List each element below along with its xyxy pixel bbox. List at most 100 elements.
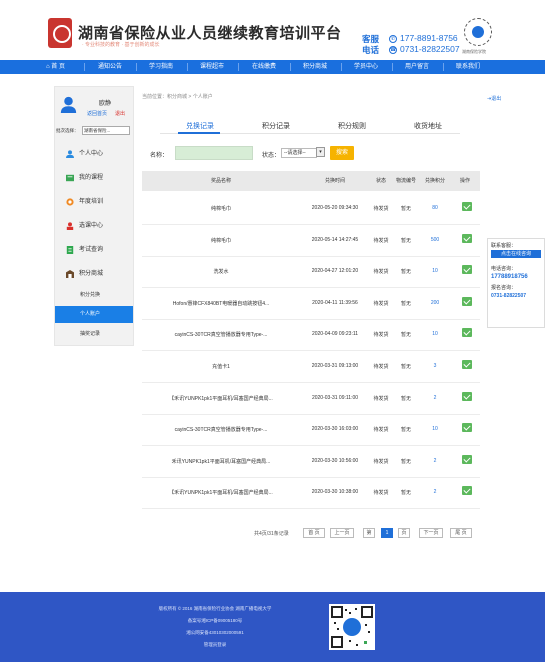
cell-logistics-no: 暂无 [400, 458, 411, 465]
cell-prize-name: 【禾讯YUNPK1pk1平面耳机/耳塞国产经典局... [169, 490, 273, 497]
table-row: 纯棉毛巾 2020-05-14 14:27:45 待发货 暂无 500 [142, 225, 480, 257]
nav-notices[interactable]: 通知公告 [98, 60, 122, 74]
site-logo[interactable] [48, 18, 72, 48]
username: 欧静 [99, 101, 112, 107]
page-prefix: 第 [363, 528, 375, 538]
sidebar-item-my-courses[interactable]: 我的课程 [55, 166, 133, 190]
nav-divider [238, 63, 239, 71]
confirm-receipt-button[interactable] [462, 360, 472, 369]
cell-points: 2 [433, 489, 437, 496]
table-row: 【禾讯YUNPK1pk1平面耳机/耳塞国产经典局... 2020-03-30 10… [142, 477, 480, 510]
confirm-receipt-button[interactable] [462, 233, 472, 243]
column-header: 奖品名称 [210, 178, 231, 184]
training-icon [66, 198, 74, 206]
cell-exchange-time: 2020-03-31 09:11:00 [311, 394, 359, 401]
avatar-icon [60, 96, 77, 113]
sidebar-item-course-selection[interactable]: 选课中心 [55, 214, 133, 238]
table-row: 禾讯YUNPK1pk1平面耳机/耳塞国产经典局... 2020-03-30 10:… [142, 446, 480, 478]
cell-prize-name: 【禾讯YUNPK1pk1平面耳机/耳塞国产经典局... [169, 395, 273, 402]
footer-icp[interactable]: 备案号湘ICP备09005180号 [130, 618, 300, 624]
course-icon [66, 174, 74, 182]
qr-caption: 湖南保险学院 [462, 49, 486, 54]
confirm-receipt-button[interactable] [462, 202, 472, 211]
contact-float-panel: 联系客服： 点击在线咨询 电话咨询： 17788918756 报名咨询： 073… [487, 238, 545, 328]
nav-points-mall[interactable]: 积分商城 [303, 60, 327, 74]
nav-student-center[interactable]: 学员中心 [354, 60, 378, 74]
sidebar-logout-link[interactable]: 退出 [115, 110, 125, 117]
tab-points-rules[interactable]: 积分规则 [338, 121, 366, 131]
nav-home-label: 首 页 [51, 64, 65, 70]
service-mobile: 177-8891-8756 [400, 33, 458, 43]
next-page-button[interactable]: 下一页 [419, 528, 443, 538]
sidebar-sub-personal-account[interactable]: 个人账户 [55, 306, 133, 323]
nav-online-payment[interactable]: 在线缴费 [252, 60, 276, 74]
select-icon [66, 222, 74, 230]
confirm-receipt-button[interactable] [462, 486, 472, 496]
sidebar-sub-points-exchange[interactable]: 积分兑换 [55, 287, 133, 304]
confirm-receipt-button[interactable] [462, 328, 472, 338]
status-select[interactable]: --请选择-- [281, 148, 317, 158]
sidebar-item-label: 考试查询 [79, 247, 104, 253]
cell-prize-name: 纯棉毛巾 [210, 237, 231, 244]
logout-link[interactable]: ⇥退出 [487, 95, 501, 102]
prev-page-button[interactable]: 上一页 [330, 528, 354, 538]
search-button[interactable]: 搜索 [330, 146, 354, 160]
return-home-link[interactable]: 返回首页 [87, 110, 107, 117]
cell-prize-name: cayinCS-30TCR真空管播放器专用Type-... [174, 427, 268, 434]
chevron-down-icon[interactable]: ▾ [316, 147, 325, 157]
first-page-button[interactable]: 首 页 [303, 528, 325, 538]
nav-home[interactable]: ⌂ 首 页 [46, 60, 65, 74]
cell-logistics-no: 暂无 [400, 206, 411, 212]
tab-points-records[interactable]: 积分记录 [262, 121, 290, 131]
confirm-receipt-button[interactable] [462, 391, 472, 401]
nav-study-guide[interactable]: 学习指南 [149, 60, 173, 74]
admin-login-link[interactable]: 管理员登录 [130, 642, 300, 648]
last-page-button[interactable]: 尾 页 [450, 528, 472, 538]
confirm-receipt-button[interactable] [462, 454, 472, 464]
contact-title: 联系客服： [491, 243, 517, 249]
cell-logistics-no: 暂无 [400, 490, 411, 497]
column-header: 物流编号 [395, 178, 416, 184]
column-header: 操作 [459, 178, 470, 184]
sidebar-sub-lottery-records[interactable]: 抽奖记录 [55, 326, 133, 343]
column-header: 兑换时间 [324, 178, 345, 184]
current-page[interactable]: 1 [381, 528, 393, 538]
tab-exchange-records[interactable]: 兑换记录 [186, 121, 214, 131]
batch-select[interactable]: 湖南省保险... [82, 126, 130, 135]
cell-points: 10 [432, 331, 438, 338]
nav-user-message[interactable]: 用户留言 [405, 60, 429, 74]
column-header: 兑换积分 [424, 178, 445, 184]
site-slogan: · 专业科技的教育 · 基于创新的成长 [82, 42, 160, 48]
batch-select-value: 湖南省保险... [84, 128, 111, 133]
status-label: 状态： [262, 153, 281, 159]
name-input[interactable] [175, 146, 253, 160]
sidebar-item-exam-query[interactable]: 考试查询 [55, 238, 133, 262]
cell-points: 200 [430, 299, 440, 306]
nav-divider [443, 63, 444, 71]
cell-prize-name: 纯棉毛巾 [210, 206, 231, 212]
sidebar-item-label: 年度培训 [79, 199, 104, 205]
person-icon [66, 150, 74, 158]
cell-exchange-time: 2020-03-30 10:38:00 [311, 489, 359, 496]
online-consult-button[interactable]: 点击在线咨询 [491, 250, 541, 258]
cell-exchange-time: 2020-03-30 10:56:00 [311, 457, 359, 464]
cell-logistics-no: 暂无 [400, 395, 411, 402]
column-header: 状态 [375, 178, 386, 184]
table-row: 【禾讯YUNPK1pk1平面耳机/耳塞国产经典局... 2020-03-31 09… [142, 383, 480, 415]
table-row: 洗发水 2020-04-27 12:01:20 待发货 暂无 10 [142, 256, 480, 289]
confirm-receipt-button[interactable] [462, 423, 472, 433]
sidebar-item-personal-center[interactable]: 个人中心 [55, 142, 133, 166]
cell-points: 3 [433, 363, 437, 369]
cell-status: 待发货 [373, 458, 389, 465]
sidebar-item-points-mall[interactable]: 积分商城 [55, 262, 133, 286]
nav-course-market[interactable]: 课程超市 [200, 60, 224, 74]
tab-shipping-address[interactable]: 收货地址 [414, 121, 442, 131]
nav-contact-us[interactable]: 联系我们 [456, 60, 480, 74]
table-row: Hofon/惠锋CFX840BT电暖器自动跳按钮4... 2020-04-11 1… [142, 288, 480, 320]
cell-status: 待发货 [373, 206, 389, 212]
wechat-qr-code [464, 18, 492, 46]
confirm-receipt-button[interactable] [462, 265, 472, 275]
confirm-receipt-button[interactable] [462, 296, 472, 306]
footer-police-record[interactable]: 湘公网安备43010302000591 [130, 630, 300, 636]
sidebar-item-annual-training[interactable]: 年度培训 [55, 190, 133, 214]
